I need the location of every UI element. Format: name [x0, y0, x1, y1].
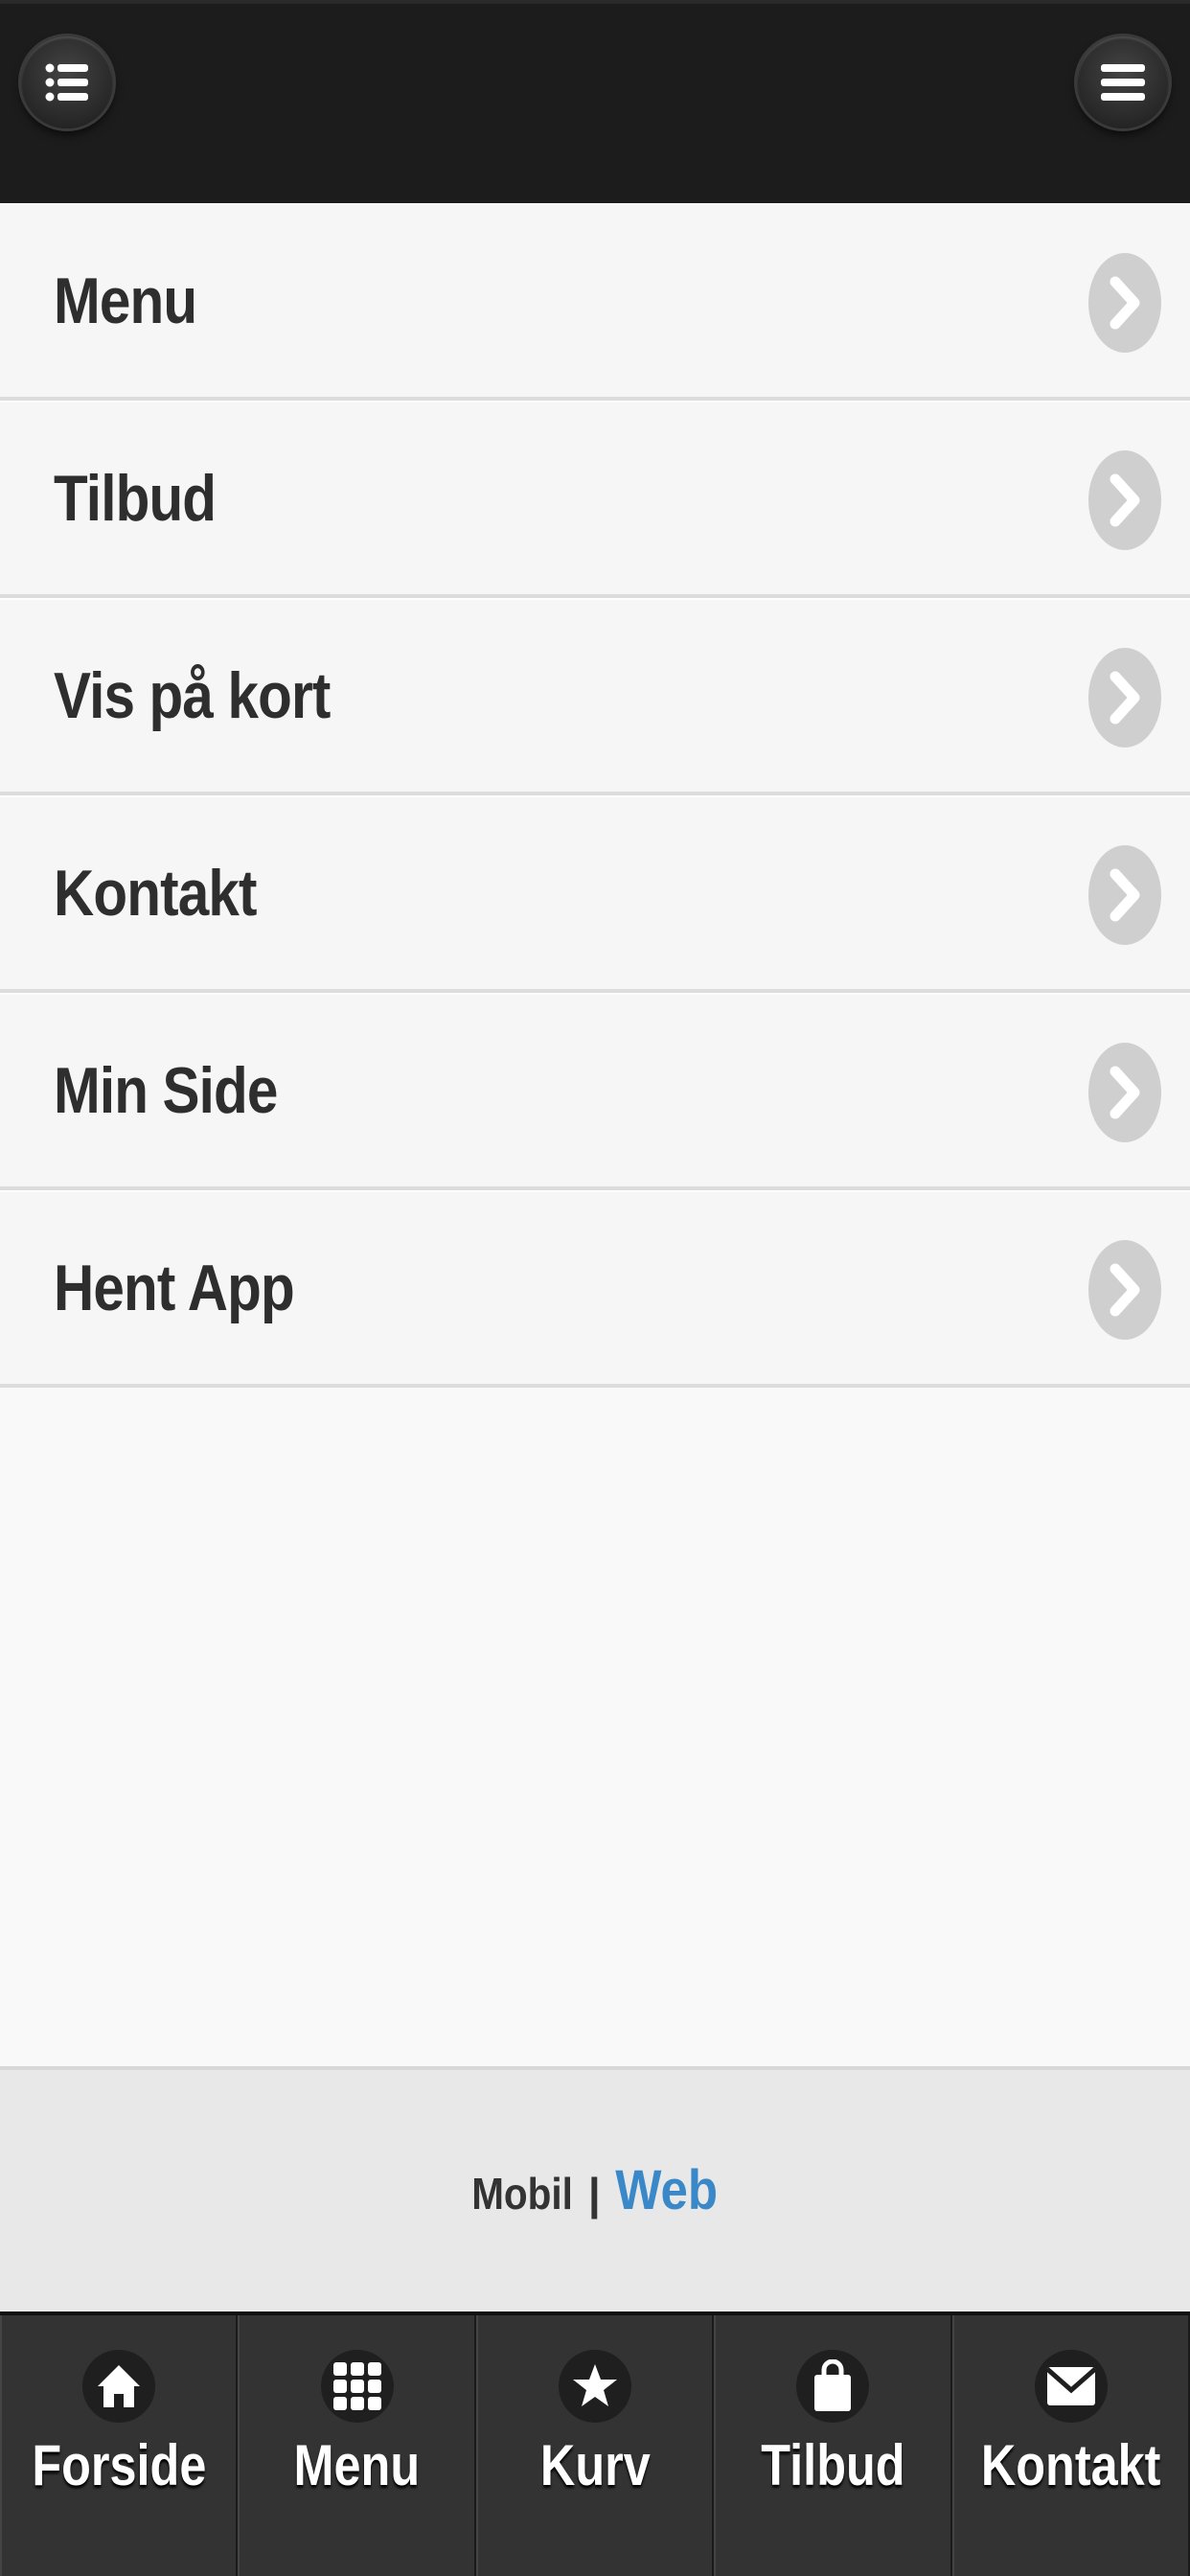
envelope-icon — [1034, 2350, 1108, 2423]
tab-label: Kurv — [539, 2433, 651, 2497]
chevron-right-icon — [1088, 648, 1161, 748]
shopping-bag-icon — [796, 2350, 870, 2423]
menu-item-label: Min Side — [54, 1054, 278, 1127]
bottom-tab-bar: Forside Menu Kurv Tilbud Kontakt — [0, 2312, 1190, 2576]
tab-kontakt[interactable]: Kontakt — [951, 2315, 1190, 2576]
grid-icon — [320, 2350, 394, 2423]
menu-item-menu[interactable]: Menu — [0, 203, 1190, 401]
tab-menu[interactable]: Menu — [238, 2315, 476, 2576]
menu-item-label: Tilbud — [54, 462, 217, 535]
menu-item-hent-app[interactable]: Hent App — [0, 1190, 1190, 1388]
star-icon — [559, 2350, 632, 2423]
menu-item-min-side[interactable]: Min Side — [0, 993, 1190, 1190]
tab-label: Kontakt — [981, 2433, 1161, 2497]
hamburger-menu-button[interactable] — [1077, 36, 1169, 128]
chevron-right-icon — [1088, 845, 1161, 945]
menu-item-vis-paa-kort[interactable]: Vis på kort — [0, 598, 1190, 795]
header-bar — [0, 0, 1190, 203]
hamburger-menu-icon — [1101, 64, 1145, 101]
tab-tilbud[interactable]: Tilbud — [714, 2315, 952, 2576]
web-link[interactable]: Web — [616, 2158, 719, 2222]
list-button[interactable] — [21, 36, 113, 128]
list-icon — [45, 63, 88, 102]
footer: Mobil | Web — [0, 2066, 1190, 2312]
tab-forside[interactable]: Forside — [0, 2315, 239, 2576]
tab-label: Tilbud — [761, 2433, 905, 2497]
footer-links: Mobil | Web — [0, 2158, 1190, 2222]
tab-kurv[interactable]: Kurv — [475, 2315, 715, 2576]
chevron-right-icon — [1088, 1043, 1161, 1142]
chevron-right-icon — [1088, 253, 1161, 353]
menu-item-kontakt[interactable]: Kontakt — [0, 795, 1190, 993]
chevron-right-icon — [1088, 1240, 1161, 1340]
tab-label: Menu — [293, 2433, 421, 2497]
chevron-right-icon — [1088, 450, 1161, 550]
menu-item-label: Menu — [54, 264, 197, 337]
footer-separator: | — [587, 2169, 601, 2219]
tab-label: Forside — [32, 2433, 207, 2497]
menu-item-label: Vis på kort — [54, 659, 331, 732]
menu-item-tilbud[interactable]: Tilbud — [0, 401, 1190, 598]
menu-item-label: Hent App — [54, 1252, 295, 1324]
home-icon — [82, 2350, 156, 2423]
main-menu-list: Menu Tilbud Vis på kort Kontakt Min Side… — [0, 203, 1190, 1388]
menu-item-label: Kontakt — [54, 857, 258, 930]
mobil-label: Mobil — [471, 2169, 574, 2219]
